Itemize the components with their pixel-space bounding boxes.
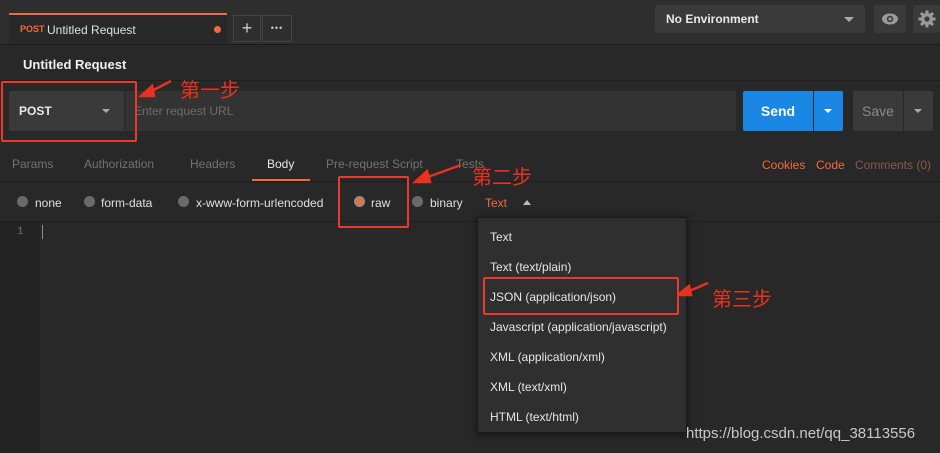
arrow-icon <box>677 281 709 297</box>
request-tab[interactable]: POST Untitled Request <box>9 13 227 44</box>
dropdown-option-xml-text[interactable]: XML (text/xml) <box>490 380 567 394</box>
gear-icon <box>918 10 936 28</box>
radio-label-form-data[interactable]: form-data <box>101 196 152 210</box>
editor-gutter <box>0 222 40 453</box>
radio-label-x-www-form-urlencoded[interactable]: x-www-form-urlencoded <box>196 196 323 210</box>
chevron-down-icon <box>844 17 854 22</box>
radio-label-none[interactable]: none <box>35 196 62 210</box>
annotation-box-step1 <box>1 81 137 142</box>
arrow-icon <box>411 163 462 184</box>
divider <box>0 181 940 182</box>
annotation-label-step2: 第二步 <box>472 167 532 189</box>
tab-pre-request-script[interactable]: Pre-request Script <box>326 157 423 171</box>
environment-label: No Environment <box>666 12 759 26</box>
raw-type-dropdown-menu: Text Text (text/plain) JSON (application… <box>477 217 687 433</box>
save-button[interactable]: Save <box>853 91 903 131</box>
annotation-box-step2 <box>338 176 409 228</box>
dropdown-option-javascript[interactable]: Javascript (application/javascript) <box>490 320 667 334</box>
radio-x-www-form-urlencoded[interactable] <box>178 196 189 207</box>
tab-body[interactable]: Body <box>267 157 294 171</box>
more-tabs-button[interactable]: ••• <box>262 15 292 42</box>
dropdown-option-xml-application[interactable]: XML (application/xml) <box>490 350 605 364</box>
send-button[interactable]: Send <box>743 91 813 131</box>
watermark: https://blog.csdn.net/qq_38113556 <box>686 425 916 442</box>
save-options-button[interactable] <box>904 91 933 131</box>
code-link[interactable]: Code <box>816 158 845 172</box>
environment-select[interactable]: No Environment <box>655 5 865 33</box>
annotation-box-step3 <box>483 277 679 315</box>
chevron-up-icon[interactable] <box>523 200 531 205</box>
new-tab-button[interactable]: + <box>233 15 261 42</box>
line-number: 1 <box>17 226 24 238</box>
cookies-link[interactable]: Cookies <box>762 158 805 172</box>
tab-method-label: POST <box>20 24 45 34</box>
radio-none[interactable] <box>17 196 28 207</box>
annotation-label-step3: 第三步 <box>712 289 772 311</box>
annotation-label-step1: 第一步 <box>180 80 240 102</box>
chevron-down-icon <box>824 109 832 113</box>
unsaved-dot-icon <box>214 26 221 33</box>
dropdown-option-text-plain[interactable]: Text (text/plain) <box>490 260 571 274</box>
radio-label-binary[interactable]: binary <box>430 196 463 210</box>
request-title[interactable]: Untitled Request <box>23 57 126 72</box>
editor-cursor[interactable] <box>42 225 43 239</box>
comments-link[interactable]: Comments (0) <box>855 158 931 172</box>
radio-form-data[interactable] <box>84 196 95 207</box>
eye-icon <box>882 13 898 25</box>
tab-authorization[interactable]: Authorization <box>84 157 154 171</box>
tab-title: Untitled Request <box>47 23 136 37</box>
dropdown-option-html[interactable]: HTML (text/html) <box>490 410 579 424</box>
arrow-icon <box>138 79 172 98</box>
send-options-button[interactable] <box>814 91 843 131</box>
tab-headers[interactable]: Headers <box>190 157 235 171</box>
tab-params[interactable]: Params <box>12 157 53 171</box>
dropdown-option-text[interactable]: Text <box>490 230 512 244</box>
raw-type-select[interactable]: Text <box>485 196 507 210</box>
settings-button[interactable] <box>913 5 940 33</box>
chevron-down-icon <box>914 109 922 113</box>
radio-binary[interactable] <box>412 196 423 207</box>
divider <box>0 221 940 222</box>
environment-quick-look-button[interactable] <box>874 5 906 33</box>
